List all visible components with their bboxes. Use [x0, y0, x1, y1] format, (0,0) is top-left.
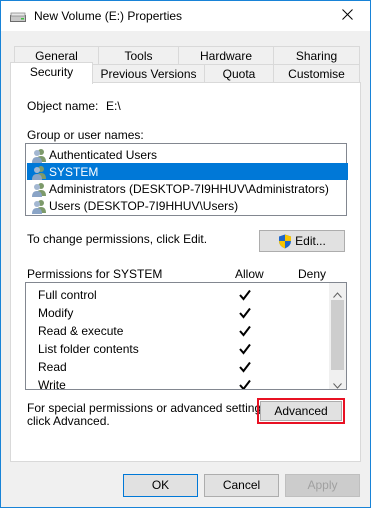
close-icon [341, 9, 353, 23]
user-item-label: SYSTEM [49, 164, 99, 179]
object-name-value: E:\ [106, 99, 121, 113]
cancel-button[interactable]: Cancel [204, 474, 279, 497]
permissions-list[interactable]: Full control Modify Read & execute List … [25, 282, 347, 390]
user-list[interactable]: Authenticated Users SYSTEM Administrator… [25, 143, 348, 216]
user-item-administrators[interactable]: Administrators (DESKTOP-7I9HHUV\Administ… [27, 180, 348, 197]
user-item-label: Users (DESKTOP-7I9HHUV\Users) [49, 198, 239, 213]
apply-button[interactable]: Apply [285, 474, 360, 497]
shield-icon [278, 234, 292, 249]
scroll-down-icon[interactable] [333, 378, 342, 389]
tab-security[interactable]: Security [10, 62, 93, 84]
checkmark-icon [238, 324, 252, 338]
permission-row: Read [38, 360, 67, 374]
tab-hardware[interactable]: Hardware [178, 46, 274, 66]
permission-row: List folder contents [38, 342, 139, 356]
user-item-label: Administrators (DESKTOP-7I9HHUV\Administ… [49, 181, 329, 196]
advanced-button[interactable]: Advanced [260, 401, 342, 421]
user-item-users[interactable]: Users (DESKTOP-7I9HHUV\Users) [27, 197, 348, 214]
checkmark-icon [238, 378, 252, 389]
properties-window: New Volume (E:) Properties General Tools… [0, 0, 371, 508]
users-icon [31, 164, 47, 180]
permission-row: Modify [38, 306, 74, 320]
permissions-label: Permissions for SYSTEM [27, 267, 163, 281]
scroll-thumb[interactable] [331, 300, 344, 370]
users-icon [31, 147, 47, 163]
group-label: Group or user names: [27, 128, 144, 142]
tab-tools[interactable]: Tools [98, 46, 179, 66]
checkmark-icon [238, 342, 252, 356]
permissions-scrollbar[interactable] [329, 283, 346, 389]
close-button[interactable] [324, 1, 370, 31]
special-permissions-hint-line2: click Advanced. [27, 414, 110, 428]
drive-icon [10, 11, 26, 25]
tab-customise[interactable]: Customise [273, 64, 360, 84]
checkmark-icon [238, 288, 252, 302]
title-bar[interactable]: New Volume (E:) Properties [1, 1, 370, 31]
security-panel: Object name: E:\ Group or user names: Au… [10, 82, 361, 462]
checkmark-icon [238, 360, 252, 374]
tab-previous-versions[interactable]: Previous Versions [92, 64, 205, 84]
special-permissions-hint-line1: For special permissions or advanced sett… [27, 401, 271, 415]
window-title: New Volume (E:) Properties [34, 9, 183, 23]
permission-row: Write [38, 378, 66, 390]
deny-header: Deny [298, 267, 327, 281]
ok-button[interactable]: OK [123, 474, 198, 497]
change-permissions-hint: To change permissions, click Edit. [27, 232, 208, 246]
edit-button-label: Edit... [295, 234, 326, 248]
users-icon [31, 198, 47, 214]
tab-quota[interactable]: Quota [204, 64, 274, 84]
permission-row: Full control [38, 288, 97, 302]
edit-button[interactable]: Edit... [259, 230, 345, 252]
checkmark-icon [238, 306, 252, 320]
scroll-up-icon[interactable] [333, 287, 342, 301]
permission-row: Read & execute [38, 324, 124, 338]
tab-sharing[interactable]: Sharing [273, 46, 360, 66]
user-item-system[interactable]: SYSTEM [27, 163, 348, 180]
user-item-label: Authenticated Users [49, 147, 158, 162]
user-item-authenticated[interactable]: Authenticated Users [27, 146, 348, 163]
allow-header: Allow [235, 267, 264, 281]
users-icon [31, 181, 47, 197]
object-name-label: Object name: [27, 99, 99, 113]
